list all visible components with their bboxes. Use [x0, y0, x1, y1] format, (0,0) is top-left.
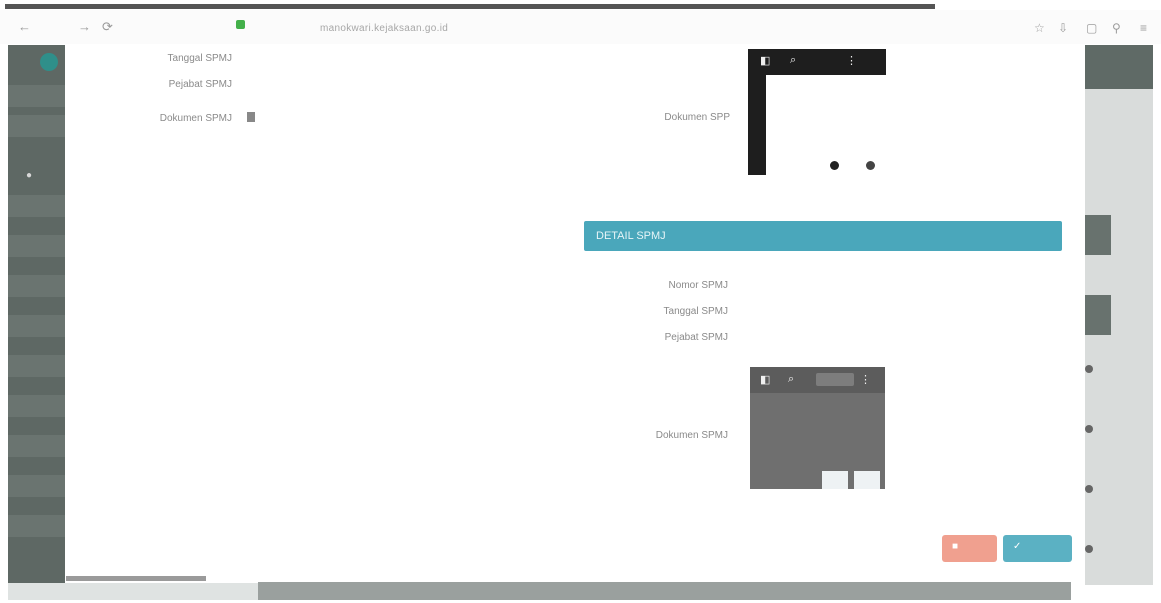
status-bar [8, 583, 258, 600]
tabs-icon[interactable]: ▢ [1086, 21, 1097, 35]
right-panel-dot-icon [1085, 425, 1093, 433]
pejabat-spmj-label: Pejabat SPMJ [168, 79, 232, 90]
sidebar-item[interactable] [8, 115, 65, 137]
sidebar-item[interactable] [8, 515, 65, 537]
file-icon[interactable] [247, 112, 255, 122]
zoom-button[interactable] [822, 471, 848, 489]
sidebar: ● [8, 45, 65, 585]
downloads-icon[interactable]: ⇩ [1058, 21, 1068, 35]
extensions-icon[interactable]: ⚲ [1112, 21, 1121, 35]
horizontal-scrollbar[interactable] [66, 576, 206, 581]
right-panel-block[interactable] [1085, 215, 1111, 255]
sidebar-item[interactable] [8, 475, 65, 497]
more-icon[interactable]: ⋮ [860, 373, 871, 386]
viewer-sidebar [748, 49, 766, 175]
right-panel-dot-icon [1085, 485, 1093, 493]
cancel-button[interactable]: ■ [942, 535, 997, 562]
right-panel [1085, 45, 1153, 585]
pejabat-spmj-detail-label: Pejabat SPMJ [664, 332, 728, 343]
viewer-dot-icon [830, 161, 839, 170]
dokumen-spmj-detail-label: Dokumen SPMJ [655, 430, 728, 441]
spmj-document-viewer[interactable]: ◧ ⌕ ⋮ [750, 367, 885, 489]
sidebar-item[interactable] [8, 395, 65, 417]
forward-button[interactable]: → [78, 19, 91, 34]
spp-document-viewer[interactable]: ◧ ⌕ ⋮ [748, 49, 886, 175]
more-icon[interactable]: ⋮ [846, 54, 857, 67]
search-icon[interactable]: ⌕ [788, 373, 794, 386]
sidebar-toggle-icon[interactable]: ◧ [760, 373, 770, 386]
browser-toolbar: ← → ⟳ manokwari.kejaksaan.go.id ☆ ⇩ ▢ ⚲ … [0, 10, 1161, 44]
search-icon[interactable]: ⌕ [790, 54, 796, 67]
menu-icon[interactable]: ≡ [1140, 21, 1147, 35]
check-icon: ✓ [1013, 541, 1022, 552]
detail-spmj-title: DETAIL SPMJ [596, 230, 666, 242]
dokumen-spp-label: Dokumen SPP [664, 112, 730, 123]
right-panel-dot-icon [1085, 365, 1093, 373]
sidebar-toggle-icon[interactable]: ◧ [760, 54, 770, 67]
detail-spmj-header: DETAIL SPMJ [584, 221, 1062, 251]
dokumen-spmj-label: Dokumen SPMJ [159, 113, 232, 124]
right-panel-dot-icon [1085, 545, 1093, 553]
reload-button[interactable]: ⟳ [102, 19, 113, 35]
sidebar-item[interactable] [8, 315, 65, 337]
zoom-button[interactable] [854, 471, 880, 489]
lock-icon [236, 20, 245, 29]
sidebar-item[interactable] [8, 275, 65, 297]
viewer-dot-icon [866, 161, 875, 170]
right-panel-block[interactable] [1085, 295, 1111, 335]
page-load-progress [5, 4, 935, 9]
tanggal-spmj-label: Tanggal SPMJ [167, 53, 232, 64]
tanggal-spmj-detail-label: Tanggal SPMJ [663, 306, 728, 317]
app-logo-icon [40, 53, 58, 71]
sidebar-item[interactable] [8, 355, 65, 377]
back-button[interactable]: ← [18, 19, 31, 34]
sidebar-item[interactable] [8, 435, 65, 457]
page-number-input[interactable] [816, 373, 854, 386]
footer [258, 582, 1071, 600]
approve-button[interactable]: ✓ [1003, 535, 1072, 562]
sidebar-item[interactable] [8, 85, 65, 107]
bookmark-icon[interactable]: ☆ [1034, 21, 1045, 35]
right-panel-header [1085, 45, 1153, 89]
sidebar-item[interactable] [8, 235, 65, 257]
address-bar[interactable]: manokwari.kejaksaan.go.id [320, 23, 448, 34]
nomor-spmj-label: Nomor SPMJ [668, 280, 728, 291]
sidebar-item[interactable] [8, 195, 65, 217]
cancel-icon: ■ [952, 541, 959, 552]
sidebar-dot-icon: ● [26, 170, 33, 181]
